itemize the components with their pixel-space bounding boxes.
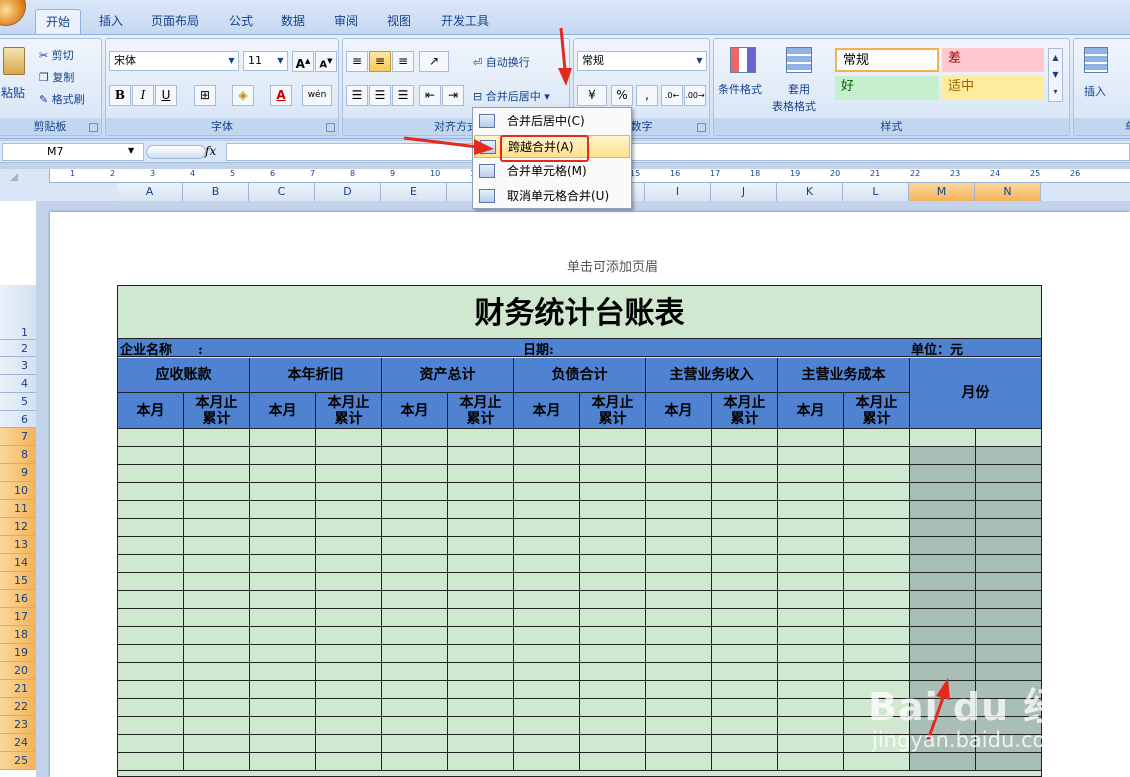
watermark-brand: Bai du 经验 — [868, 685, 1102, 729]
arrow-right-icon — [403, 136, 494, 155]
watermark-url: jingyan.baidu.com — [872, 728, 1066, 752]
annotation-overlay — [403, 27, 950, 741]
arrow-down-icon — [558, 27, 572, 86]
